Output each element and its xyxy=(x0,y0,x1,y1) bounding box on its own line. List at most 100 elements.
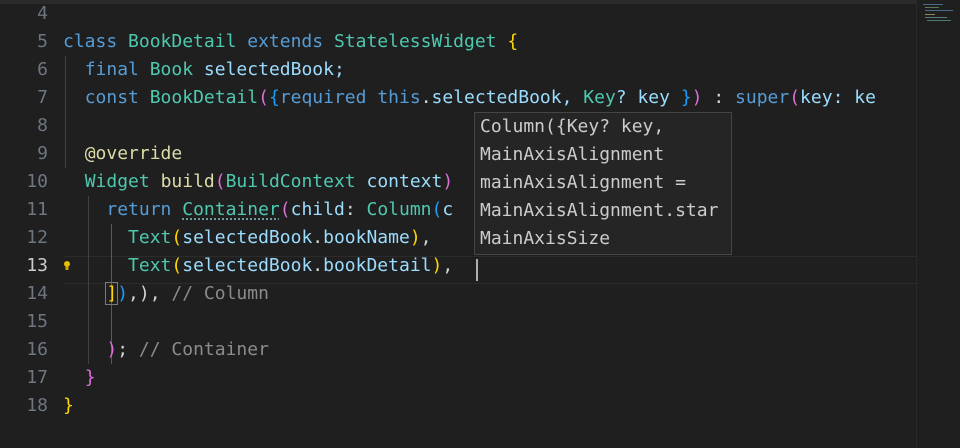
bracket: } xyxy=(84,367,96,388)
field-name: selectedBook; xyxy=(203,59,345,80)
inline-hint: // Column xyxy=(171,283,269,304)
keyword: extends xyxy=(247,31,324,52)
minimap-line xyxy=(925,7,939,8)
punct: . xyxy=(312,227,324,248)
minimap-line xyxy=(925,17,947,18)
hint-line: MainAxisAlignment.star xyxy=(480,200,719,221)
line-number: 8 xyxy=(37,115,48,136)
bracket: ( xyxy=(789,87,801,108)
code-line-11[interactable]: return Container(child: Column(c xyxy=(63,196,453,224)
bracket-match: ] xyxy=(105,282,119,305)
code-line-5[interactable]: class BookDetail extends StatelessWidget… xyxy=(63,28,518,56)
line-number: 9 xyxy=(37,143,48,164)
hint-line: MainAxisAlignment xyxy=(480,144,665,165)
bracket: ) xyxy=(117,283,129,304)
param-name: ? key xyxy=(615,87,681,108)
bracket: ( xyxy=(171,227,183,248)
param-name: : ke xyxy=(832,87,876,108)
property: bookName xyxy=(323,227,410,248)
variable: selectedBook xyxy=(182,255,313,276)
bracket: ) xyxy=(691,87,703,108)
line-number: 7 xyxy=(37,87,48,108)
keyword: required xyxy=(279,87,367,108)
lightbulb-icon[interactable] xyxy=(63,260,71,272)
keyword: class xyxy=(63,31,118,52)
bracket: ) xyxy=(431,255,443,276)
bracket: ( xyxy=(279,199,291,220)
class-name: Container xyxy=(182,199,280,220)
minimap-line xyxy=(923,4,943,5)
keyword: return xyxy=(106,199,172,220)
bracket: ( xyxy=(258,87,269,108)
line-number-active: 13 xyxy=(26,255,48,276)
punct: : xyxy=(702,87,736,108)
bracket: { xyxy=(268,87,280,108)
bracket: ( xyxy=(171,255,183,276)
punct: , xyxy=(442,255,454,276)
bracket: ) xyxy=(442,171,454,192)
minimap-line xyxy=(925,14,935,15)
variable: selectedBook xyxy=(182,227,313,248)
type-name: Widget xyxy=(84,171,150,192)
keyword: final xyxy=(84,59,139,80)
bracket: ) xyxy=(409,227,421,248)
annotation: @override xyxy=(84,143,183,164)
code-line-13[interactable]: Text(selectedBook.bookDetail), xyxy=(63,252,453,280)
code-line-10[interactable]: Widget build(BuildContext context) xyxy=(63,168,454,196)
bracket: ) xyxy=(106,339,118,360)
minimap[interactable] xyxy=(916,0,960,448)
punct: : xyxy=(344,199,367,220)
property: bookDetail xyxy=(323,255,432,276)
field-name: selectedBook, xyxy=(431,87,573,108)
hint-line: mainAxisAlignment = xyxy=(480,172,686,193)
line-number: 18 xyxy=(26,395,48,416)
keyword: super xyxy=(735,87,790,108)
inline-hint: // Container xyxy=(138,339,269,360)
punct: . xyxy=(312,255,324,276)
type-name: Key xyxy=(583,87,616,108)
parameter-hint-popup: Column({Key? key, MainAxisAlignment main… xyxy=(474,112,732,255)
text-cursor xyxy=(476,259,478,281)
class-name: BookDetail xyxy=(149,87,259,108)
punct: ,), xyxy=(128,283,172,304)
line-number: 14 xyxy=(26,283,48,304)
line-number: 15 xyxy=(26,311,48,332)
minimap-line xyxy=(925,10,953,11)
line-number: 10 xyxy=(26,171,48,192)
code-line-12[interactable]: Text(selectedBook.bookName), xyxy=(63,224,432,252)
code-line-14[interactable]: ]),), // Column xyxy=(63,280,269,308)
class-name: Text xyxy=(128,227,172,248)
punct: . xyxy=(420,87,432,108)
line-number: 5 xyxy=(37,31,48,52)
function-name: build xyxy=(160,171,215,192)
bracket: } xyxy=(680,87,692,108)
param-name: key xyxy=(800,87,833,108)
param-name: child xyxy=(290,199,345,220)
code-line-9[interactable]: @override xyxy=(63,140,183,168)
keyword: this xyxy=(377,87,421,108)
class-name: Text xyxy=(128,255,172,276)
editor-top-border xyxy=(0,0,960,4)
punct: ; xyxy=(117,339,139,360)
code-line-7[interactable]: const BookDetail({required this.selected… xyxy=(63,84,876,112)
code-line-16[interactable]: ); // Container xyxy=(63,336,269,364)
code-line-6[interactable]: final Book selectedBook; xyxy=(63,56,345,84)
type-name: BuildContext xyxy=(225,171,356,192)
punct: , xyxy=(420,227,432,248)
keyword: const xyxy=(84,87,139,108)
bracket: ( xyxy=(214,171,226,192)
code-line-18[interactable]: } xyxy=(63,392,74,420)
type-name: Book xyxy=(149,59,194,80)
line-number: 17 xyxy=(26,367,48,388)
param-name: c xyxy=(442,199,454,220)
line-number: 16 xyxy=(26,339,48,360)
line-number: 11 xyxy=(26,199,48,220)
line-number: 6 xyxy=(37,59,48,80)
class-name: BookDetail xyxy=(128,31,237,52)
bracket: } xyxy=(63,395,74,416)
class-name: StatelessWidget xyxy=(333,31,497,52)
code-editor[interactable]: 4 5 6 7 8 9 10 11 12 13 14 15 16 17 18 c… xyxy=(0,0,960,448)
bracket: ( xyxy=(431,199,443,220)
code-line-17[interactable]: } xyxy=(63,364,96,392)
minimap-line xyxy=(927,20,951,21)
